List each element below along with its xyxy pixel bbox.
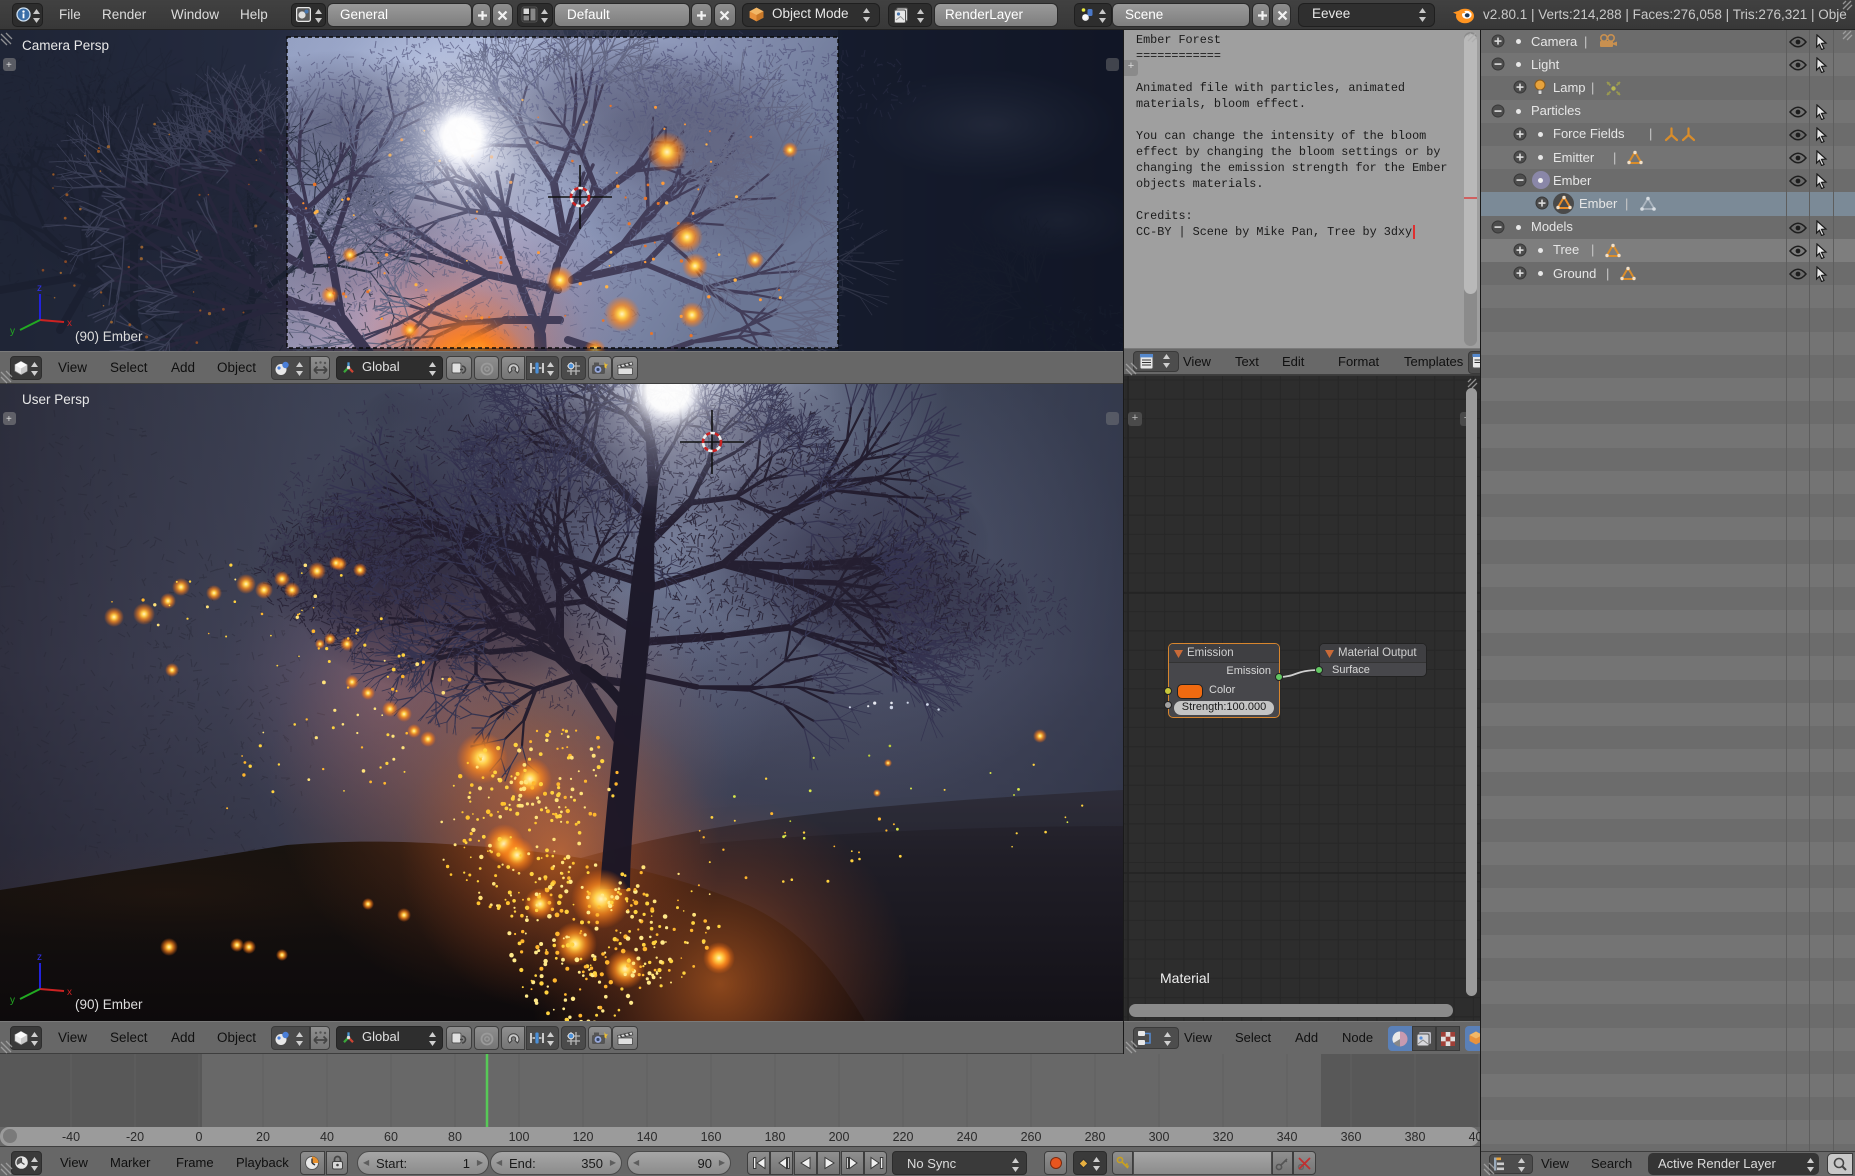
svg-text:(90) Ember: (90) Ember [75, 997, 143, 1012]
svg-text:240: 240 [957, 1130, 978, 1144]
svg-text:340: 340 [1277, 1130, 1298, 1144]
svg-text:220: 220 [893, 1130, 914, 1144]
svg-text:200: 200 [829, 1130, 850, 1144]
svg-text:260: 260 [1021, 1130, 1042, 1144]
svg-text:40: 40 [320, 1130, 334, 1144]
svg-text:60: 60 [384, 1130, 398, 1144]
svg-text:20: 20 [256, 1130, 270, 1144]
svg-text:z: z [37, 283, 42, 294]
svg-text:320: 320 [1213, 1130, 1234, 1144]
svg-text:-20: -20 [126, 1130, 144, 1144]
svg-text:280: 280 [1085, 1130, 1106, 1144]
svg-text:0: 0 [196, 1130, 203, 1144]
svg-text:380: 380 [1405, 1130, 1426, 1144]
svg-text:+: + [6, 414, 12, 425]
svg-text:y: y [10, 326, 15, 337]
svg-text:160: 160 [701, 1130, 722, 1144]
svg-text:User Persp: User Persp [22, 392, 90, 407]
svg-text:z: z [37, 952, 42, 963]
svg-text:180: 180 [765, 1130, 786, 1144]
svg-text:360: 360 [1341, 1130, 1362, 1144]
svg-text:120: 120 [573, 1130, 594, 1144]
svg-text:y: y [10, 995, 15, 1006]
svg-text:x: x [67, 987, 72, 998]
svg-text:80: 80 [448, 1130, 462, 1144]
svg-text:140: 140 [637, 1130, 658, 1144]
svg-text:x: x [67, 318, 72, 329]
svg-text:-40: -40 [62, 1130, 80, 1144]
svg-text:+: + [6, 60, 12, 71]
svg-text:300: 300 [1149, 1130, 1170, 1144]
svg-text:(90) Ember: (90) Ember [75, 329, 143, 344]
svg-text:100: 100 [509, 1130, 530, 1144]
svg-text:Camera Persp: Camera Persp [22, 38, 109, 53]
